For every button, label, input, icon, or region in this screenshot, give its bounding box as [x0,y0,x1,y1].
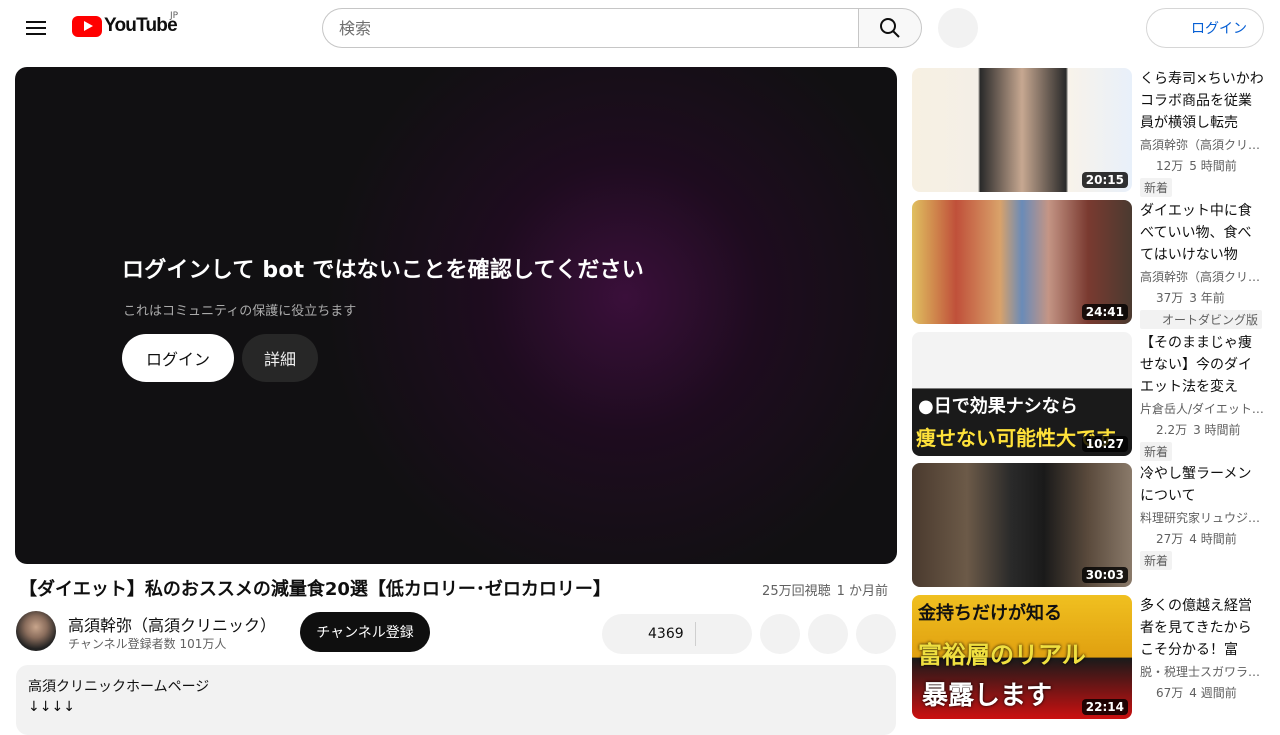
thumbnail-caption: 金持ちだけが知る [918,603,1062,624]
search-input[interactable] [322,8,859,48]
thumbnail-caption: 暴露します [922,681,1053,711]
recommendation-title[interactable]: 【そのままじゃ痩せない】今のダイエット法を変えた… [1140,332,1264,398]
video-duration: 30:03 [1081,567,1128,583]
video-thumbnail[interactable]: 24:41 [912,200,1132,324]
recommendation-info: 【そのままじゃ痩せない】今のダイエット法を変えた… 片倉岳人/ダイエット… 2.… [1140,332,1264,461]
recommendation-item[interactable]: 24:41 ダイエット中に食べていい物、食べてはいけない物を… 高須幹弥（高須ク… [912,200,1264,329]
thumbnail-caption: 富裕層のリアル [918,641,1086,669]
recommendation-views: 2.2万 [1156,423,1188,437]
recommendation-channel[interactable]: 高須幹弥（高須クリ… [1140,268,1264,285]
new-badge: 新着 [1140,178,1173,197]
recommendation-age: 4 時間前 [1189,532,1237,546]
video-duration: 22:14 [1081,699,1128,715]
more-actions-button[interactable] [856,614,896,654]
recommendation-channel[interactable]: 片倉岳人/ダイエット… [1140,400,1264,417]
upload-age: 1 か月前 [836,584,888,599]
recommendation-views: 12万 [1156,159,1184,173]
video-thumbnail[interactable]: ●日で効果ナシなら 痩せない可能性大です 10:27 [912,332,1132,456]
auto-dubbed-badge: オートダビング版 [1140,310,1263,329]
thumbnail-caption: ●日で効果ナシなら [918,396,1078,417]
region-code: JP [170,11,179,21]
voice-search-button[interactable] [938,8,978,48]
video-meta: 25万回視聴 1 か月前 [762,580,888,599]
recommendation-stats: 67万 4 週間前 [1140,684,1264,701]
video-thumbnail[interactable]: 金持ちだけが知る 富裕層のリアル 暴露します 22:14 [912,595,1132,719]
recommendation-info: 多くの億越え経営者を見てきたからこそ分かる！富裕… 脱・税理士スガワラ… 67万… [1140,595,1264,701]
recommendation-title[interactable]: ダイエット中に食べていい物、食べてはいけない物を… [1140,200,1264,266]
subscribe-button[interactable]: チャンネル登録 [300,612,430,652]
recommendation-item[interactable]: ●日で効果ナシなら 痩せない可能性大です 10:27 【そのままじゃ痩せない】今… [912,332,1264,461]
recommendation-title[interactable]: くら寿司×ちいかわコラボ商品を従業員が横領し転売し… [1140,68,1264,134]
video-thumbnail[interactable]: 20:15 [912,68,1132,192]
subscriber-count: チャンネル登録者数 101万人 [68,637,227,651]
recommendation-channel[interactable]: 脱・税理士スガワラ… [1140,663,1264,680]
like-count: 4369 [648,626,684,642]
header-login-button[interactable]: ログイン [1146,8,1264,48]
recommendation-age: 4 週間前 [1189,686,1237,700]
recommendation-item[interactable]: 30:03 冷やし蟹ラーメンについて 料理研究家リュウジ… 27万 4 時間前 新… [912,463,1264,587]
recommendation-info: 冷やし蟹ラーメンについて 料理研究家リュウジ… 27万 4 時間前 新着 [1140,463,1264,570]
recommendation-stats: 27万 4 時間前 [1140,530,1264,547]
download-button[interactable] [808,614,848,654]
search-button[interactable] [858,8,922,48]
new-badge: 新着 [1140,442,1173,461]
recommendation-title[interactable]: 冷やし蟹ラーメンについて [1140,463,1264,507]
youtube-play-icon [72,15,102,37]
youtube-logo[interactable]: YouTube JP [72,11,178,37]
recommendation-age: 5 時間前 [1189,159,1237,173]
recommendation-views: 67万 [1156,686,1184,700]
player-details-button[interactable]: 詳細 [242,334,318,382]
video-duration: 20:15 [1081,172,1128,188]
channel-name[interactable]: 高須幹弥（高須クリニック） [68,612,276,636]
video-player[interactable]: ログインして bot ではないことを確認してください これはコミュニティの保護に… [15,67,897,564]
channel-avatar[interactable] [16,611,56,651]
search-icon [880,18,900,38]
description-line: 高須クリニックホームページ [28,679,210,695]
description-line: ↓↓↓↓ [28,699,75,715]
like-dislike-group[interactable]: 4369 [602,614,752,654]
video-title: 【ダイエット】私のおススメの減量食20選【低カロリー･ゼロカロリー】 [19,579,611,600]
video-duration: 24:41 [1081,304,1128,320]
recommendation-info: くら寿司×ちいかわコラボ商品を従業員が横領し転売し… 高須幹弥（高須クリ… 12… [1140,68,1264,197]
description-box[interactable]: 高須クリニックホームページ ↓↓↓↓ [16,665,896,735]
recommendation-title[interactable]: 多くの億越え経営者を見てきたからこそ分かる！富裕… [1140,595,1264,661]
player-login-button[interactable]: ログイン [122,334,234,382]
video-duration: 10:27 [1081,436,1128,452]
recommendation-views: 37万 [1156,291,1184,305]
recommendation-stats: 2.2万 3 時間前 [1140,421,1264,438]
view-count: 25万回視聴 [762,584,831,599]
recommendation-views: 27万 [1156,532,1184,546]
recommendation-age: 3 年前 [1189,291,1225,305]
bot-check-title: ログインして bot ではないことを確認してください [122,258,644,283]
share-button[interactable] [760,614,800,654]
logo-text: YouTube [104,15,178,36]
top-bar: YouTube JP ログイン [0,0,1280,56]
hamburger-icon [26,21,46,35]
recommendation-stats: 37万 3 年前 [1140,289,1264,306]
recommendation-channel[interactable]: 料理研究家リュウジ… [1140,509,1264,526]
video-thumbnail[interactable]: 30:03 [912,463,1132,587]
header-login-label: ログイン [1191,21,1247,37]
search-box [322,8,922,48]
recommendation-age: 3 時間前 [1193,423,1241,437]
new-badge: 新着 [1140,551,1173,570]
recommendation-item[interactable]: 20:15 くら寿司×ちいかわコラボ商品を従業員が横領し転売し… 高須幹弥（高須… [912,68,1264,197]
like-divider [695,622,696,646]
recommendation-item[interactable]: 金持ちだけが知る 富裕層のリアル 暴露します 22:14 多くの億越え経営者を見… [912,595,1264,719]
recommendation-channel[interactable]: 高須幹弥（高須クリ… [1140,136,1264,153]
recommendation-stats: 12万 5 時間前 [1140,157,1264,174]
menu-button[interactable] [20,12,52,44]
bot-check-subtitle: これはコミュニティの保護に役立ちます [123,304,357,319]
recommendation-info: ダイエット中に食べていい物、食べてはいけない物を… 高須幹弥（高須クリ… 37万… [1140,200,1264,329]
